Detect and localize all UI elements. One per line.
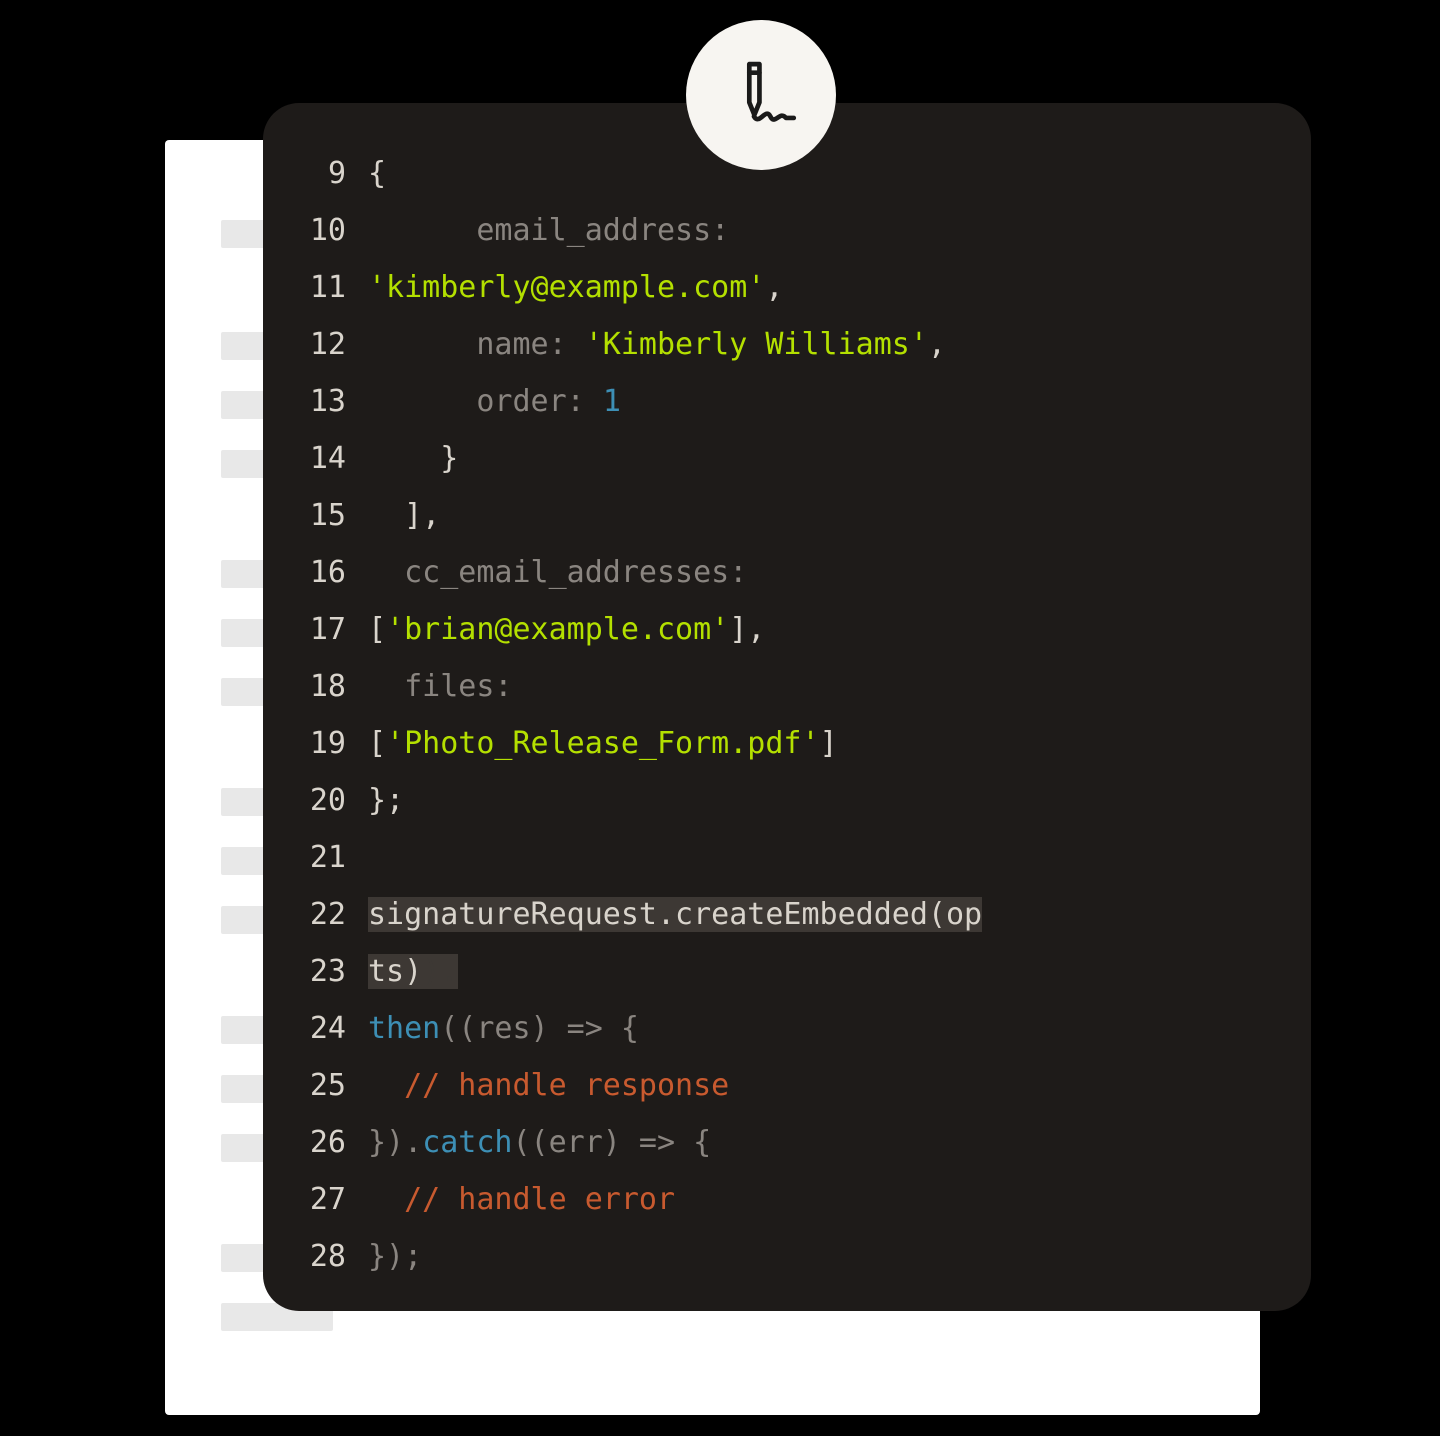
code-token: }). bbox=[368, 1125, 422, 1160]
code-token: email_address: bbox=[368, 213, 747, 248]
line-content: 'kimberly@example.com', bbox=[368, 259, 1311, 316]
line-number: 20 bbox=[263, 772, 368, 829]
line-number: 17 bbox=[263, 601, 368, 658]
line-number: 22 bbox=[263, 886, 368, 943]
code-token: } bbox=[368, 441, 458, 476]
code-token: order: bbox=[368, 384, 603, 419]
code-token: 'Photo_Release_Form.pdf' bbox=[386, 726, 819, 761]
line-content: } bbox=[368, 430, 1311, 487]
code-line: 18 files: bbox=[263, 658, 1311, 715]
code-token: }); bbox=[368, 1239, 422, 1274]
code-line: 14 } bbox=[263, 430, 1311, 487]
line-content: { bbox=[368, 145, 1311, 202]
code-token: }; bbox=[368, 783, 404, 818]
line-content: email_address: bbox=[368, 202, 1311, 259]
code-line: 19['Photo_Release_Form.pdf'] bbox=[263, 715, 1311, 772]
code-line: 21 bbox=[263, 829, 1311, 886]
code-token: ((err) => { bbox=[513, 1125, 712, 1160]
code-token: 'brian@example.com' bbox=[386, 612, 729, 647]
line-number: 28 bbox=[263, 1228, 368, 1285]
code-token: ], bbox=[368, 498, 440, 533]
line-number: 10 bbox=[263, 202, 368, 259]
code-token: // handle response bbox=[368, 1068, 729, 1103]
code-token: cc_email_addresses: bbox=[368, 555, 747, 590]
code-token: { bbox=[368, 156, 386, 191]
line-number: 27 bbox=[263, 1171, 368, 1228]
code-token: ] bbox=[820, 726, 838, 761]
line-content: name: 'Kimberly Williams', bbox=[368, 316, 1311, 373]
code-line: 12 name: 'Kimberly Williams', bbox=[263, 316, 1311, 373]
code-line: 26}).catch((err) => { bbox=[263, 1114, 1311, 1171]
line-content: order: 1 bbox=[368, 373, 1311, 430]
code-line: 24then((res) => { bbox=[263, 1000, 1311, 1057]
code-line: 27 // handle error bbox=[263, 1171, 1311, 1228]
code-line: 16 cc_email_addresses: bbox=[263, 544, 1311, 601]
code-token: files: bbox=[368, 669, 513, 704]
line-number: 13 bbox=[263, 373, 368, 430]
code-token: signatureRequest.createEmbedded(op bbox=[368, 897, 982, 932]
line-content: // handle error bbox=[368, 1171, 1311, 1228]
code-line: 10 email_address: bbox=[263, 202, 1311, 259]
code-line: 25 // handle response bbox=[263, 1057, 1311, 1114]
code-token: ts) bbox=[368, 954, 422, 989]
line-number: 26 bbox=[263, 1114, 368, 1171]
line-content bbox=[368, 829, 1311, 886]
line-content: ['brian@example.com'], bbox=[368, 601, 1311, 658]
code-token: [ bbox=[368, 612, 386, 647]
line-content: files: bbox=[368, 658, 1311, 715]
code-area: 9{10 email_address: 11'kimberly@example.… bbox=[263, 145, 1311, 1285]
code-token: , bbox=[765, 270, 783, 305]
line-number: 18 bbox=[263, 658, 368, 715]
code-token: , bbox=[928, 327, 946, 362]
code-panel: 9{10 email_address: 11'kimberly@example.… bbox=[263, 103, 1311, 1311]
code-token: ). bbox=[422, 954, 458, 989]
code-token: ], bbox=[729, 612, 765, 647]
line-number: 11 bbox=[263, 259, 368, 316]
line-number: 16 bbox=[263, 544, 368, 601]
line-content: }).catch((err) => { bbox=[368, 1114, 1311, 1171]
line-content: signatureRequest.createEmbedded(op bbox=[368, 886, 1311, 943]
code-line: 11'kimberly@example.com', bbox=[263, 259, 1311, 316]
code-line: 15 ], bbox=[263, 487, 1311, 544]
line-content: then((res) => { bbox=[368, 1000, 1311, 1057]
line-content: ts)). bbox=[368, 943, 1311, 1000]
line-number: 14 bbox=[263, 430, 368, 487]
line-number: 21 bbox=[263, 829, 368, 886]
line-number: 9 bbox=[263, 145, 368, 202]
line-number: 19 bbox=[263, 715, 368, 772]
code-token: catch bbox=[422, 1125, 512, 1160]
code-token: 'Kimberly Williams' bbox=[585, 327, 928, 362]
sign-icon bbox=[722, 54, 800, 136]
code-token bbox=[368, 840, 386, 875]
code-line: 23ts)). bbox=[263, 943, 1311, 1000]
line-content: ], bbox=[368, 487, 1311, 544]
line-content: }); bbox=[368, 1228, 1311, 1285]
code-token: 1 bbox=[603, 384, 621, 419]
code-token: // handle error bbox=[368, 1182, 675, 1217]
code-token: name: bbox=[368, 327, 585, 362]
code-token: 'kimberly@example.com' bbox=[368, 270, 765, 305]
line-content: cc_email_addresses: bbox=[368, 544, 1311, 601]
code-line: 20}; bbox=[263, 772, 1311, 829]
line-content: // handle response bbox=[368, 1057, 1311, 1114]
code-line: 28}); bbox=[263, 1228, 1311, 1285]
line-content: ['Photo_Release_Form.pdf'] bbox=[368, 715, 1311, 772]
code-token: [ bbox=[368, 726, 386, 761]
line-number: 12 bbox=[263, 316, 368, 373]
code-line: 13 order: 1 bbox=[263, 373, 1311, 430]
sign-badge bbox=[686, 20, 836, 170]
code-token: then bbox=[368, 1011, 440, 1046]
line-number: 23 bbox=[263, 943, 368, 1000]
line-number: 25 bbox=[263, 1057, 368, 1114]
code-line: 17['brian@example.com'], bbox=[263, 601, 1311, 658]
code-token: ((res) => { bbox=[440, 1011, 639, 1046]
line-number: 24 bbox=[263, 1000, 368, 1057]
line-number: 15 bbox=[263, 487, 368, 544]
code-line: 22signatureRequest.createEmbedded(op bbox=[263, 886, 1311, 943]
line-content: }; bbox=[368, 772, 1311, 829]
